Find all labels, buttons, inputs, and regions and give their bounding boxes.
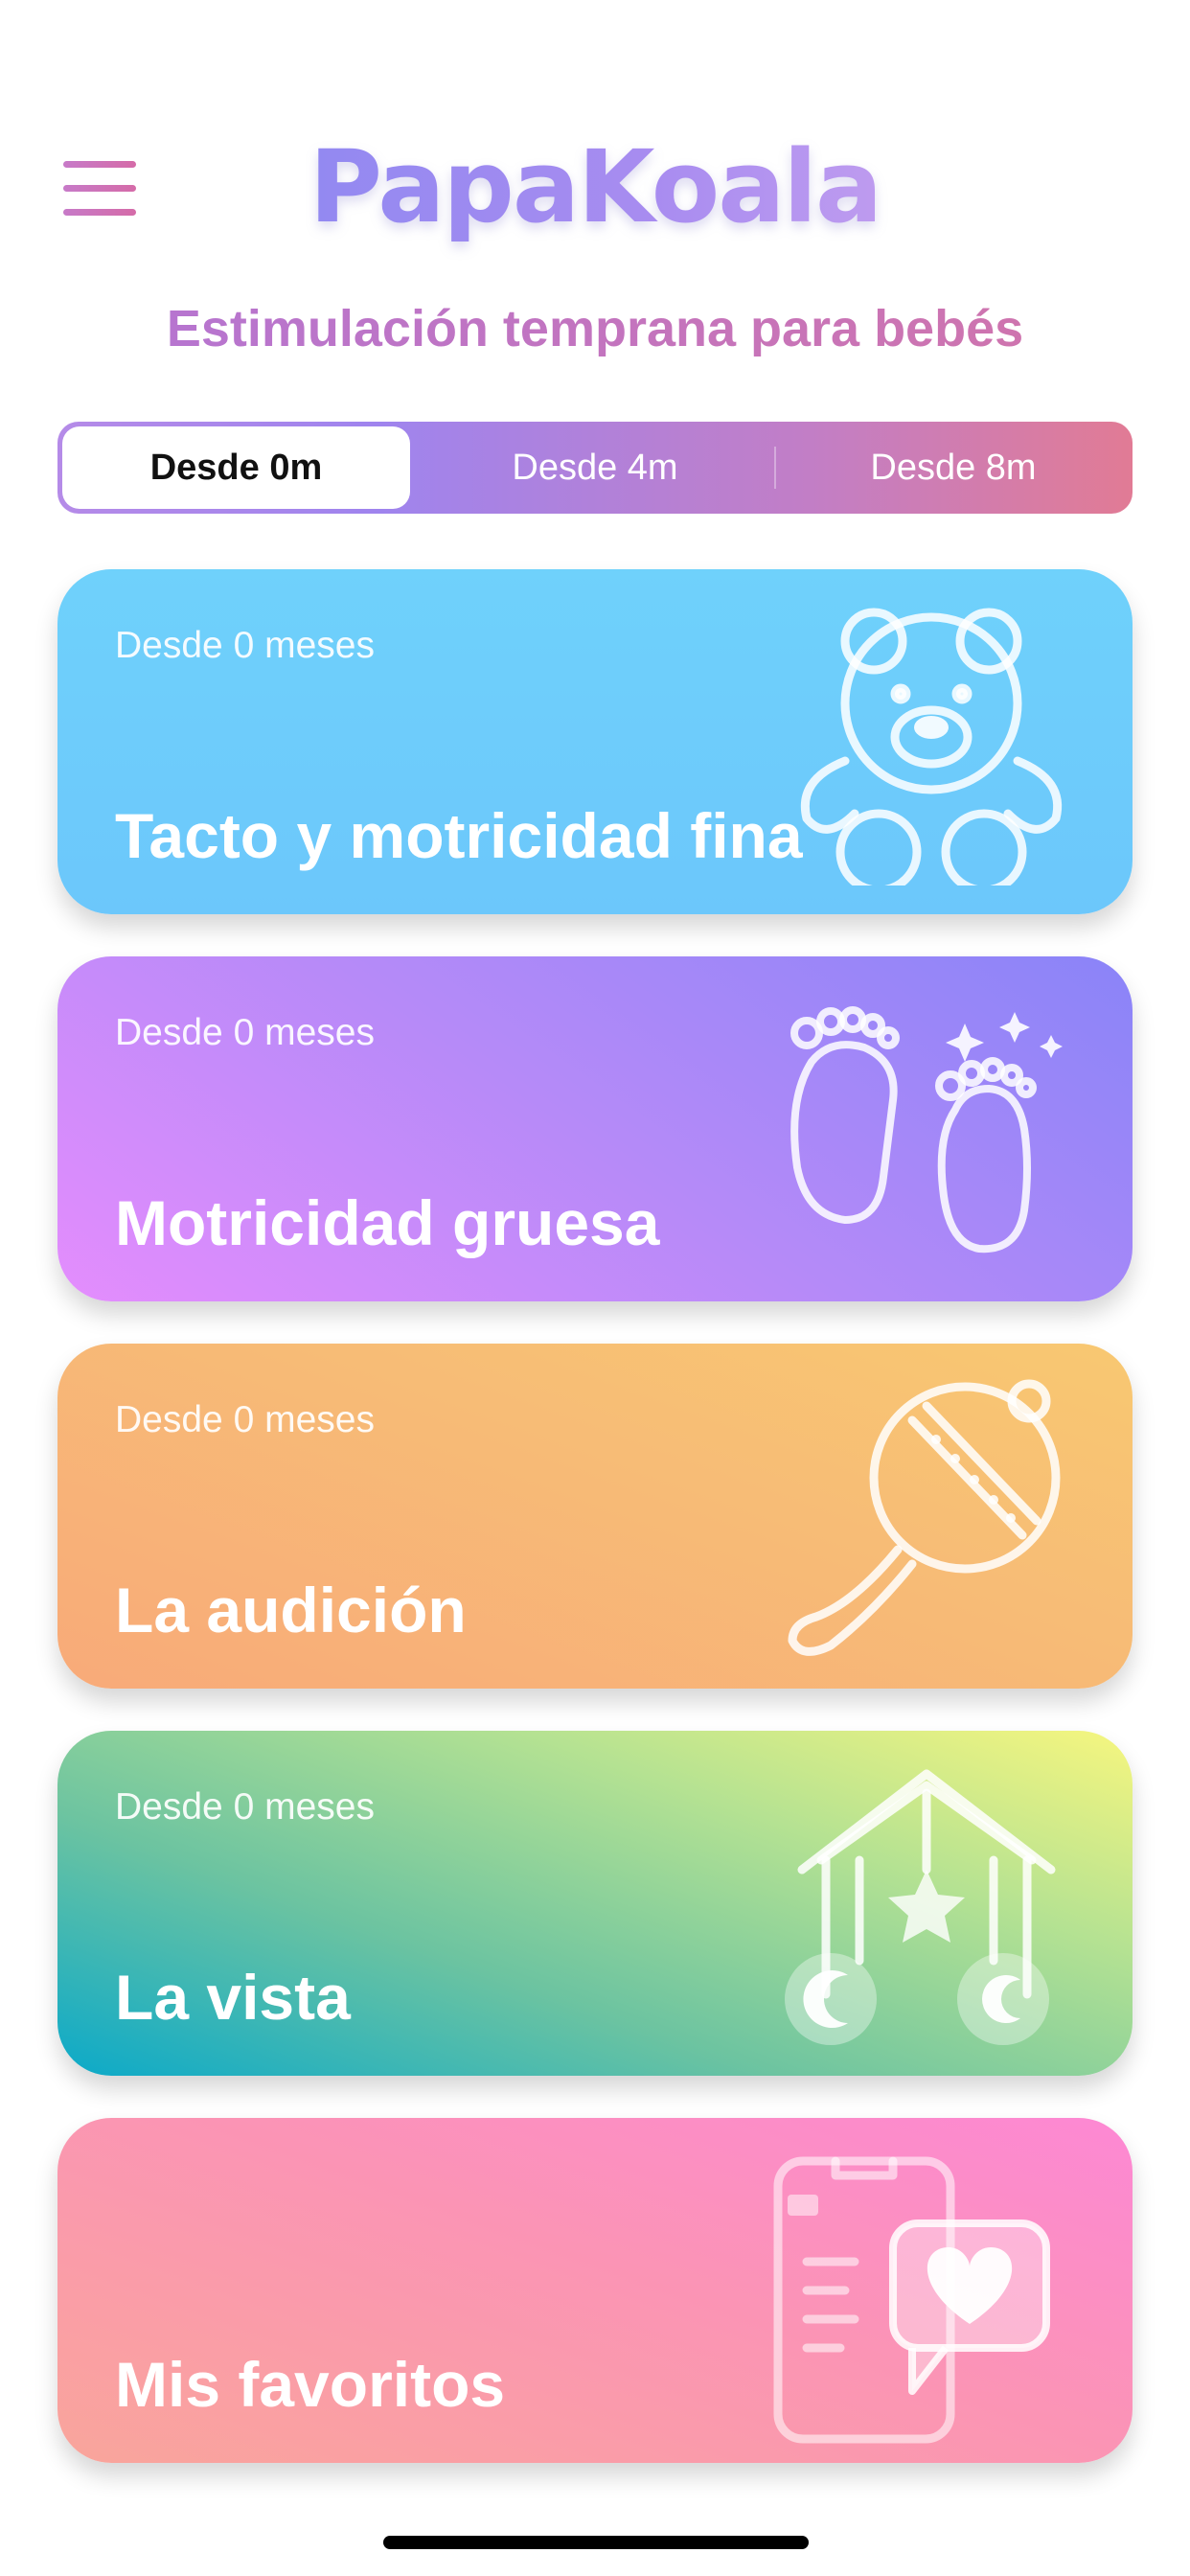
rattle-icon xyxy=(788,1379,1061,1656)
card-title: Mis favoritos xyxy=(115,2349,506,2420)
home-indicator[interactable] xyxy=(383,2536,809,2549)
card-age-label: Desde 0 meses xyxy=(115,625,375,666)
card-age-label: Desde 0 meses xyxy=(115,1786,375,1828)
crib-mobile-icon xyxy=(785,1769,1056,2045)
baby-feet-icon xyxy=(790,1006,1063,1254)
tab-desde-0m[interactable]: Desde 0m xyxy=(62,426,410,509)
page-subtitle: Estimulación temprana para bebés xyxy=(0,299,1190,358)
tab-desde-4m[interactable]: Desde 4m xyxy=(416,422,774,514)
card-mis-favoritos[interactable]: Mis favoritos xyxy=(57,2118,1133,2463)
card-title: Motricidad gruesa xyxy=(115,1187,660,1258)
age-segmented-control: Desde 0m Desde 4m Desde 8m xyxy=(57,422,1133,514)
tab-desde-8m[interactable]: Desde 8m xyxy=(774,422,1133,514)
card-tacto-motricidad-fina[interactable]: Desde 0 meses Tacto y motricidad fina xyxy=(57,569,1133,914)
app-logo: PapaKoala xyxy=(0,132,1190,242)
card-motricidad-gruesa[interactable]: Desde 0 meses Motricidad gruesa xyxy=(57,956,1133,1301)
card-title: La audición xyxy=(115,1575,467,1645)
phone-heart-icon xyxy=(773,2156,1050,2444)
card-age-label: Desde 0 meses xyxy=(115,1399,375,1440)
card-la-audicion[interactable]: Desde 0 meses La audición xyxy=(57,1344,1133,1689)
card-title: Tacto y motricidad fina xyxy=(115,800,803,871)
card-age-label: Desde 0 meses xyxy=(115,1012,375,1053)
card-la-vista[interactable]: Desde 0 meses La vista xyxy=(57,1731,1133,2076)
teddy-bear-icon xyxy=(800,608,1063,886)
card-title: La vista xyxy=(115,1962,351,2033)
